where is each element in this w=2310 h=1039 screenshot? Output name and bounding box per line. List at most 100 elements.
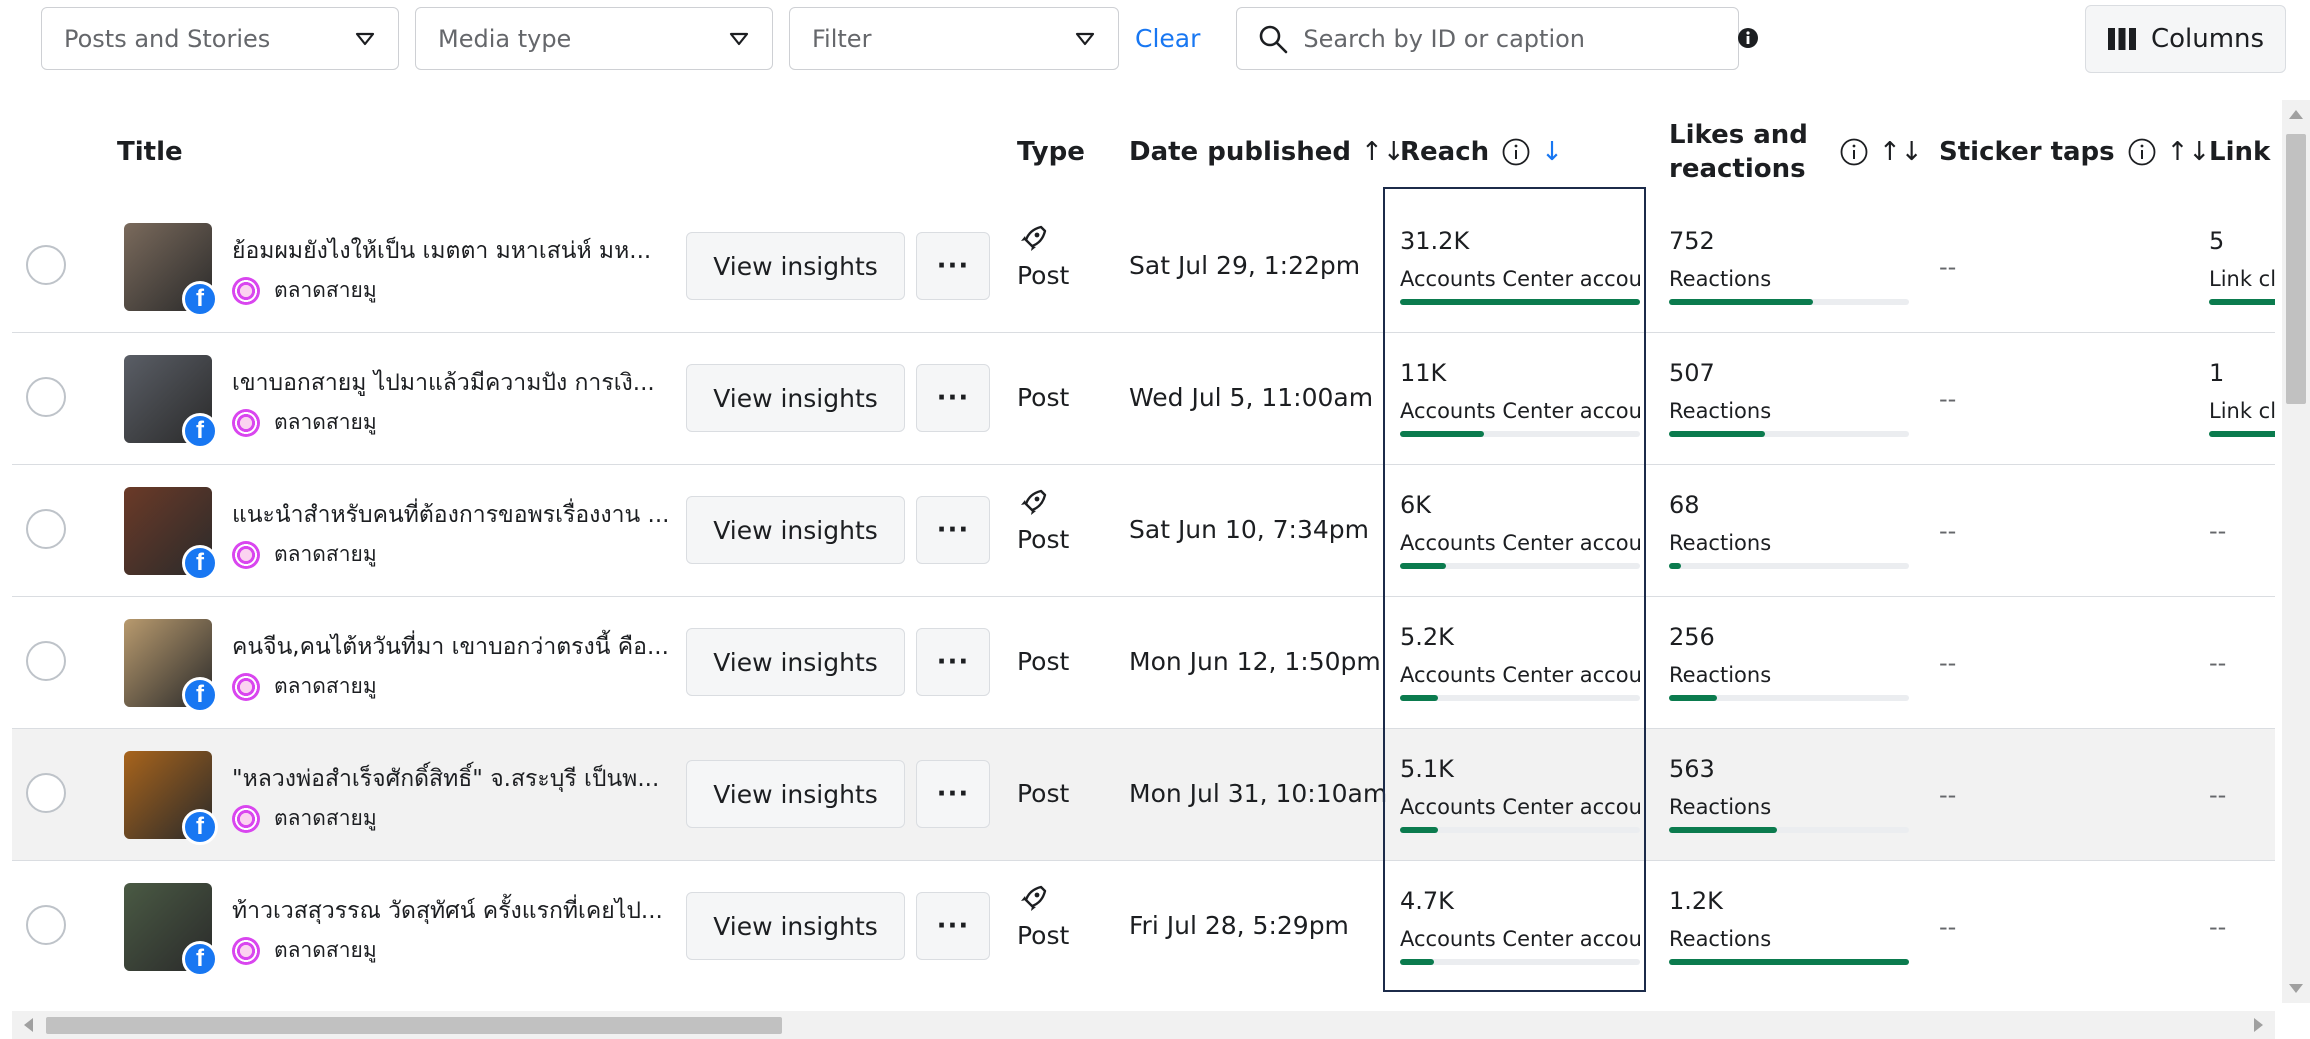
- boost-rocket-icon: [1021, 489, 1047, 515]
- info-circle-icon[interactable]: [1501, 137, 1531, 167]
- search-placeholder: Search by ID or caption: [1303, 24, 1586, 53]
- likes-bar: [1669, 563, 1909, 569]
- reach-bar: [1400, 959, 1640, 965]
- reach-bar: [1400, 299, 1640, 305]
- table-row[interactable]: f ท้าวเวสสุวรรณ วัดสุทัศน์ ครั้งแรกที่เค…: [12, 861, 2275, 988]
- page-avatar: [232, 540, 260, 569]
- row-select-radio[interactable]: [26, 905, 66, 945]
- view-insights-button[interactable]: View insights: [686, 364, 905, 432]
- reach-cell: 6K Accounts Center accou...: [1400, 491, 1640, 569]
- row-select-radio[interactable]: [26, 773, 66, 813]
- reach-label: Accounts Center accou...: [1400, 531, 1640, 555]
- link-clicks-bar: [2209, 431, 2275, 437]
- header-likes[interactable]: Likes and reactions ↑↓: [1669, 103, 1923, 201]
- view-insights-button[interactable]: View insights: [686, 760, 905, 828]
- header-sticker-taps[interactable]: Sticker taps ↑↓: [1939, 103, 2210, 201]
- likes-bar-fill: [1669, 431, 1765, 437]
- row-select-radio[interactable]: [26, 641, 66, 681]
- content-table: Title Type Date published ↑↓ Reach ↓ Like…: [12, 103, 2275, 988]
- link-clicks-value: 5: [2209, 227, 2225, 255]
- columns-button[interactable]: Columns: [2085, 5, 2286, 73]
- clear-filters-link[interactable]: Clear: [1135, 24, 1200, 53]
- dropdown-label: Media type: [438, 24, 572, 53]
- post-title[interactable]: เขาบอกสายมู ไปมาแล้วมีความปัง การเงิ...: [232, 365, 655, 401]
- post-title[interactable]: ย้อมผมยังไงให้เป็น เมตตา มหาเสน่ห์ มห...: [232, 233, 651, 269]
- row-select-radio[interactable]: [26, 509, 66, 549]
- more-options-button[interactable]: ···: [916, 232, 990, 300]
- more-options-button[interactable]: ···: [916, 496, 990, 564]
- scroll-down-arrow[interactable]: [2289, 984, 2303, 993]
- horizontal-scrollbar[interactable]: [12, 1011, 2275, 1039]
- sort-icon[interactable]: ↑↓: [1361, 137, 1405, 167]
- filter-dropdown[interactable]: Filter: [789, 7, 1119, 70]
- likes-bar-fill: [1669, 563, 1681, 569]
- info-icon[interactable]: [1737, 27, 1759, 49]
- table-row[interactable]: f "หลวงพ่อสำเร็จศักดิ์สิทธิ์" จ.สระบุรี …: [12, 729, 2275, 861]
- sort-down-icon[interactable]: ↓: [1541, 137, 1563, 167]
- dropdown-label: Posts and Stories: [64, 24, 271, 53]
- post-title[interactable]: ท้าวเวสสุวรรณ วัดสุทัศน์ ครั้งแรกที่เคยไ…: [232, 893, 663, 929]
- reach-value: 5.2K: [1400, 623, 1454, 651]
- link-clicks-value: --: [2209, 781, 2227, 809]
- post-title[interactable]: คนจีน,คนไต้หวันที่มา เขาบอกว่าตรงนี้ คือ…: [232, 629, 669, 665]
- likes-cell: 68 Reactions: [1669, 491, 1909, 569]
- info-circle-icon[interactable]: [2127, 137, 2157, 167]
- media-type-dropdown[interactable]: Media type: [415, 7, 773, 70]
- view-insights-button[interactable]: View insights: [686, 496, 905, 564]
- header-reach[interactable]: Reach ↓: [1400, 103, 1563, 201]
- scroll-left-arrow[interactable]: [24, 1018, 33, 1032]
- info-circle-icon[interactable]: [1839, 137, 1869, 167]
- facebook-icon: f: [182, 677, 218, 713]
- page-name-label: ตลาดสายมู: [274, 278, 377, 302]
- reach-bar-fill: [1400, 563, 1446, 569]
- post-title[interactable]: "หลวงพ่อสำเร็จศักดิ์สิทธิ์" จ.สระบุรี เป…: [232, 761, 659, 797]
- reach-value: 31.2K: [1400, 227, 1470, 255]
- reach-value: 11K: [1400, 359, 1447, 387]
- date-published: Sat Jul 29, 1:22pm: [1129, 251, 1361, 280]
- search-input[interactable]: Search by ID or caption: [1236, 7, 1740, 70]
- likes-bar-fill: [1669, 695, 1717, 701]
- date-published: Fri Jul 28, 5:29pm: [1129, 911, 1349, 940]
- vertical-scrollbar[interactable]: [2282, 100, 2310, 1003]
- view-insights-button[interactable]: View insights: [686, 892, 905, 960]
- more-options-button[interactable]: ···: [916, 628, 990, 696]
- post-type-label: Post: [1017, 921, 1070, 950]
- view-insights-button[interactable]: View insights: [686, 232, 905, 300]
- table-row[interactable]: f แนะนำสำหรับคนที่ต้องการขอพรเรื่องงาน .…: [12, 465, 2275, 597]
- more-options-button[interactable]: ···: [916, 760, 990, 828]
- sticker-taps-value: --: [1939, 517, 1957, 545]
- table-row[interactable]: f คนจีน,คนไต้หวันที่มา เขาบอกว่าตรงนี้ ค…: [12, 597, 2275, 729]
- content-type-dropdown[interactable]: Posts and Stories: [41, 7, 399, 70]
- sort-icon[interactable]: ↑↓: [1879, 135, 1923, 169]
- page-name-label: ตลาดสายมู: [274, 674, 377, 698]
- columns-button-label: Columns: [2150, 24, 2265, 54]
- more-options-button[interactable]: ···: [916, 892, 990, 960]
- header-title: Title: [117, 137, 183, 167]
- date-published: Wed Jul 5, 11:00am: [1129, 383, 1374, 412]
- horizontal-scroll-thumb[interactable]: [46, 1017, 782, 1034]
- table-row[interactable]: f ย้อมผมยังไงให้เป็น เมตตา มหาเสน่ห์ มห.…: [12, 201, 2275, 333]
- vertical-scroll-thumb[interactable]: [2286, 134, 2306, 404]
- link-clicks-value: --: [2209, 913, 2227, 941]
- date-published: Mon Jun 12, 1:50pm: [1129, 647, 1381, 676]
- reach-cell: 4.7K Accounts Center accou...: [1400, 887, 1640, 965]
- row-select-radio[interactable]: [26, 377, 66, 417]
- scroll-right-arrow[interactable]: [2254, 1018, 2263, 1032]
- page-avatar: [232, 804, 260, 833]
- view-insights-button[interactable]: View insights: [686, 628, 905, 696]
- table-row[interactable]: f เขาบอกสายมู ไปมาแล้วมีความปัง การเงิ..…: [12, 333, 2275, 465]
- likes-bar: [1669, 959, 1909, 965]
- scroll-up-arrow[interactable]: [2289, 110, 2303, 119]
- row-select-radio[interactable]: [26, 245, 66, 285]
- sort-icon[interactable]: ↑↓: [2167, 137, 2211, 167]
- more-options-button[interactable]: ···: [916, 364, 990, 432]
- page-avatar: [232, 276, 260, 305]
- post-title[interactable]: แนะนำสำหรับคนที่ต้องการขอพรเรื่องงาน ...: [232, 497, 669, 533]
- header-link-clicks[interactable]: Link c: [2209, 103, 2275, 201]
- triangle-down-icon: [1075, 32, 1095, 45]
- reach-label: Accounts Center accou...: [1400, 267, 1640, 291]
- reach-value: 6K: [1400, 491, 1432, 519]
- facebook-icon: f: [182, 809, 218, 845]
- triangle-down-icon: [355, 32, 375, 45]
- header-date[interactable]: Date published ↑↓: [1129, 103, 1405, 201]
